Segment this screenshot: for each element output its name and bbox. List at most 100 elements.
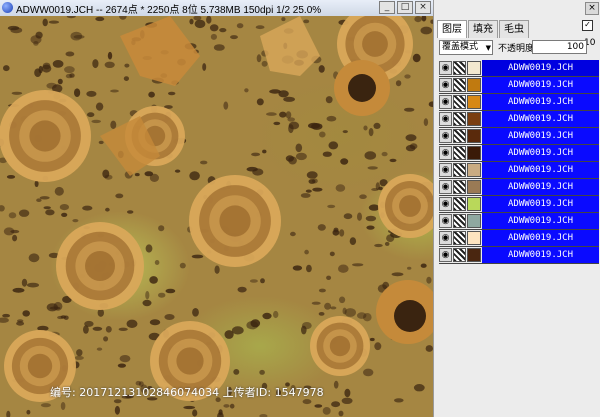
blend-mode-select[interactable]: 覆盖模式 ▼	[439, 40, 493, 55]
leopard-spot	[373, 122, 381, 129]
layer-name[interactable]: ADWW0019.JCH	[482, 145, 599, 161]
leopard-spot	[311, 301, 321, 305]
layer-row[interactable]: ◉ ADWW0019.JCH	[439, 94, 599, 111]
layer-name[interactable]: ADWW0019.JCH	[482, 247, 599, 263]
pattern-thumbnail-icon[interactable]	[453, 163, 466, 177]
color-swatch[interactable]	[467, 112, 481, 126]
layer-name[interactable]: ADWW0019.JCH	[482, 230, 599, 246]
document-window: ADWW0019.JCH -- 2674点 * 2250点 8位 5.738MB…	[0, 0, 433, 417]
leopard-spot	[420, 263, 427, 268]
leopard-spot	[158, 292, 166, 298]
eye-icon[interactable]: ◉	[439, 146, 452, 160]
layer-row[interactable]: ◉ ADWW0019.JCH	[439, 162, 599, 179]
layer-name[interactable]: ADWW0019.JCH	[482, 213, 599, 229]
color-swatch[interactable]	[467, 248, 481, 262]
minimize-button[interactable]: _	[379, 1, 395, 14]
pattern-thumbnail-icon[interactable]	[453, 78, 466, 92]
layer-row[interactable]: ◉ ADWW0019.JCH	[439, 196, 599, 213]
eye-icon[interactable]: ◉	[439, 112, 452, 126]
leopard-spot	[326, 275, 332, 280]
eye-icon[interactable]: ◉	[439, 163, 452, 177]
pattern-thumbnail-icon[interactable]	[453, 95, 466, 109]
layer-row[interactable]: ◉ ADWW0019.JCH	[439, 145, 599, 162]
pattern-thumbnail-icon[interactable]	[453, 112, 466, 126]
color-swatch[interactable]	[467, 61, 481, 75]
color-swatch[interactable]	[467, 78, 481, 92]
pattern-thumbnail-icon[interactable]	[453, 214, 466, 228]
color-swatch[interactable]	[467, 180, 481, 194]
eye-icon[interactable]: ◉	[439, 248, 452, 262]
leopard-spot	[357, 312, 367, 319]
pattern-thumbnail-icon[interactable]	[453, 248, 466, 262]
layer-row[interactable]: ◉ ADWW0019.JCH	[439, 77, 599, 94]
layer-row[interactable]: ◉ ADWW0019.JCH	[439, 247, 599, 264]
leopard-spot	[260, 278, 265, 284]
pattern-thumbnail-icon[interactable]	[453, 231, 466, 245]
leopard-spot	[48, 20, 60, 24]
color-swatch[interactable]	[467, 95, 481, 109]
leopard-spot	[341, 397, 353, 404]
eye-icon[interactable]: ◉	[439, 197, 452, 211]
color-swatch[interactable]	[467, 231, 481, 245]
layer-name[interactable]: ADWW0019.JCH	[482, 179, 599, 195]
eye-icon[interactable]: ◉	[439, 78, 452, 92]
leopard-spot	[22, 310, 31, 317]
leopard-spot	[74, 88, 81, 97]
tab-fill[interactable]: 填充	[468, 20, 498, 38]
eye-icon[interactable]: ◉	[439, 129, 452, 143]
maximize-button[interactable]: □	[397, 1, 413, 14]
leopard-spot	[363, 125, 368, 131]
layer-name[interactable]: ADWW0019.JCH	[482, 60, 599, 76]
leopard-spot	[174, 169, 181, 173]
leopard-spot	[39, 196, 50, 200]
leopard-spot	[394, 398, 404, 403]
pattern-thumbnail-icon[interactable]	[453, 197, 466, 211]
layer-name[interactable]: ADWW0019.JCH	[482, 111, 599, 127]
color-swatch[interactable]	[467, 214, 481, 228]
eye-icon[interactable]: ◉	[439, 214, 452, 228]
leopard-spot	[158, 225, 165, 232]
leopard-spot	[308, 122, 320, 129]
pattern-thumbnail-icon[interactable]	[453, 180, 466, 194]
sunflower-1	[334, 60, 390, 116]
layer-name[interactable]: ADWW0019.JCH	[482, 94, 599, 110]
layer-row[interactable]: ◉ ADWW0019.JCH	[439, 111, 599, 128]
leopard-spot	[6, 410, 11, 417]
lily-1	[120, 16, 200, 86]
layer-row[interactable]: ◉ ADWW0019.JCH	[439, 128, 599, 145]
panel-checkbox[interactable]: ✓	[582, 20, 593, 31]
color-swatch[interactable]	[467, 163, 481, 177]
pattern-thumbnail-icon[interactable]	[453, 146, 466, 160]
pattern-thumbnail-icon[interactable]	[453, 129, 466, 143]
leopard-spot	[224, 330, 234, 339]
image-canvas[interactable]	[0, 16, 433, 417]
color-swatch[interactable]	[467, 197, 481, 211]
layer-name[interactable]: ADWW0019.JCH	[482, 77, 599, 93]
eye-icon[interactable]: ◉	[439, 61, 452, 75]
color-swatch[interactable]	[467, 129, 481, 143]
window-titlebar[interactable]: ADWW0019.JCH -- 2674点 * 2250点 8位 5.738MB…	[0, 0, 433, 17]
layer-row[interactable]: ◉ ADWW0019.JCH	[439, 60, 599, 77]
leopard-spot	[92, 59, 99, 69]
panel-close-button[interactable]: ×	[585, 2, 599, 15]
app-icon	[2, 2, 13, 13]
leopard-spot	[34, 180, 39, 187]
close-button[interactable]: ×	[415, 1, 431, 14]
floral-leopard-pattern	[0, 16, 433, 417]
eye-icon[interactable]: ◉	[439, 180, 452, 194]
layer-name[interactable]: ADWW0019.JCH	[482, 162, 599, 178]
leopard-spot	[149, 276, 158, 284]
layer-row[interactable]: ◉ ADWW0019.JCH	[439, 230, 599, 247]
eye-icon[interactable]: ◉	[439, 95, 452, 109]
tab-layers[interactable]: 图层	[437, 20, 467, 38]
layer-row[interactable]: ◉ ADWW0019.JCH	[439, 179, 599, 196]
layer-name[interactable]: ADWW0019.JCH	[482, 196, 599, 212]
pattern-thumbnail-icon[interactable]	[453, 61, 466, 75]
opacity-input[interactable]: 100	[532, 40, 587, 54]
leopard-spot	[144, 171, 154, 177]
layer-row[interactable]: ◉ ADWW0019.JCH	[439, 213, 599, 230]
eye-icon[interactable]: ◉	[439, 231, 452, 245]
tab-caterpillar[interactable]: 毛虫	[499, 20, 529, 38]
color-swatch[interactable]	[467, 146, 481, 160]
layer-name[interactable]: ADWW0019.JCH	[482, 128, 599, 144]
